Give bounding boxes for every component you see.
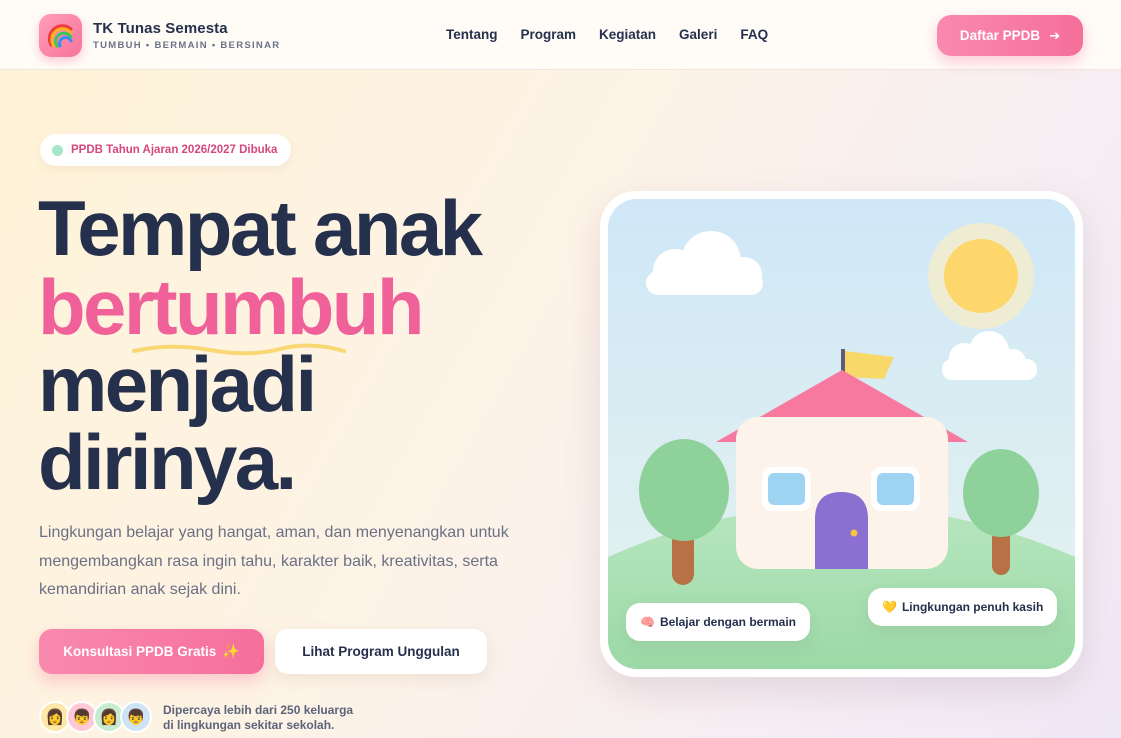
sparkle-icon: ✨ <box>222 643 240 659</box>
tag-label: Lingkungan penuh kasih <box>901 600 1044 614</box>
konsultasi-label: Konsultasi PPDB Gratis <box>63 644 217 659</box>
trust-line-2: di lingkungan sekitar sekolah. <box>163 718 335 732</box>
headline-line-3: menjadi <box>38 340 317 428</box>
menu-item-faq[interactable]: FAQ <box>740 27 768 42</box>
tag-label: Belajar dengan bermain <box>659 615 796 629</box>
house-door <box>815 492 868 569</box>
headline-line-4: dirinya. <box>38 418 297 506</box>
daftar-ppdb-label: Daftar PPDB <box>959 28 1041 43</box>
brand[interactable]: TK Tunas Semesta TUMBUH • BERMAIN • BERS… <box>39 14 280 57</box>
status-dot-icon <box>52 144 63 156</box>
menu-item-program[interactable]: Program <box>521 27 577 42</box>
badge-text: PPDB Tahun Ajaran 2026/2027 Dibuka <box>71 144 278 156</box>
brand-name: TK Tunas Semesta <box>93 20 228 37</box>
menu-item-galeri[interactable]: Galeri <box>679 27 717 42</box>
avatar: 👦 <box>120 701 152 733</box>
parent-avatars: 👩 👦 👩 👦 <box>39 701 152 733</box>
brain-icon: 🧠 <box>640 615 655 629</box>
top-navbar: TK Tunas Semesta TUMBUH • BERMAIN • BERS… <box>0 0 1121 70</box>
rainbow-icon <box>39 14 82 57</box>
arrow-right-icon: ➔ <box>1049 27 1061 43</box>
menu-item-tentang[interactable]: Tentang <box>446 27 498 42</box>
sun-icon <box>944 239 1018 313</box>
main-menu: Tentang Program Kegiatan Galeri FAQ <box>446 27 791 42</box>
heart-icon: 💛 <box>882 600 897 614</box>
headline-line-2: bertumbuh <box>38 263 425 351</box>
daftar-ppdb-button[interactable]: Daftar PPDB ➔ <box>937 15 1083 56</box>
menu-item-kegiatan[interactable]: Kegiatan <box>599 27 656 42</box>
tag-lingkungan-kasih: 💛 Lingkungan penuh kasih <box>868 588 1058 626</box>
brand-tagline: TUMBUH • BERMAIN • BERSINAR <box>93 40 281 51</box>
school-scene: 🧠 Belajar dengan bermain 💛 Lingkungan pe… <box>608 199 1075 669</box>
konsultasi-ppdb-button[interactable]: Konsultasi PPDB Gratis ✨ <box>39 629 264 674</box>
headline-line-1: Tempat anak <box>38 184 483 272</box>
trust-line-1: Dipercaya lebih dari 250 keluarga <box>163 703 354 717</box>
trust-statement: Dipercaya lebih dari 250 keluarga di lin… <box>163 703 353 733</box>
ppdb-open-badge: PPDB Tahun Ajaran 2026/2027 Dibuka <box>40 134 292 166</box>
lihat-program-button[interactable]: Lihat Program Unggulan <box>275 629 487 674</box>
tag-belajar-bermain: 🧠 Belajar dengan bermain <box>626 603 810 641</box>
hero-description: Lingkungan belajar yang hangat, aman, da… <box>39 524 509 598</box>
school-illustration-card: 🧠 Belajar dengan bermain 💛 Lingkungan pe… <box>600 191 1083 677</box>
